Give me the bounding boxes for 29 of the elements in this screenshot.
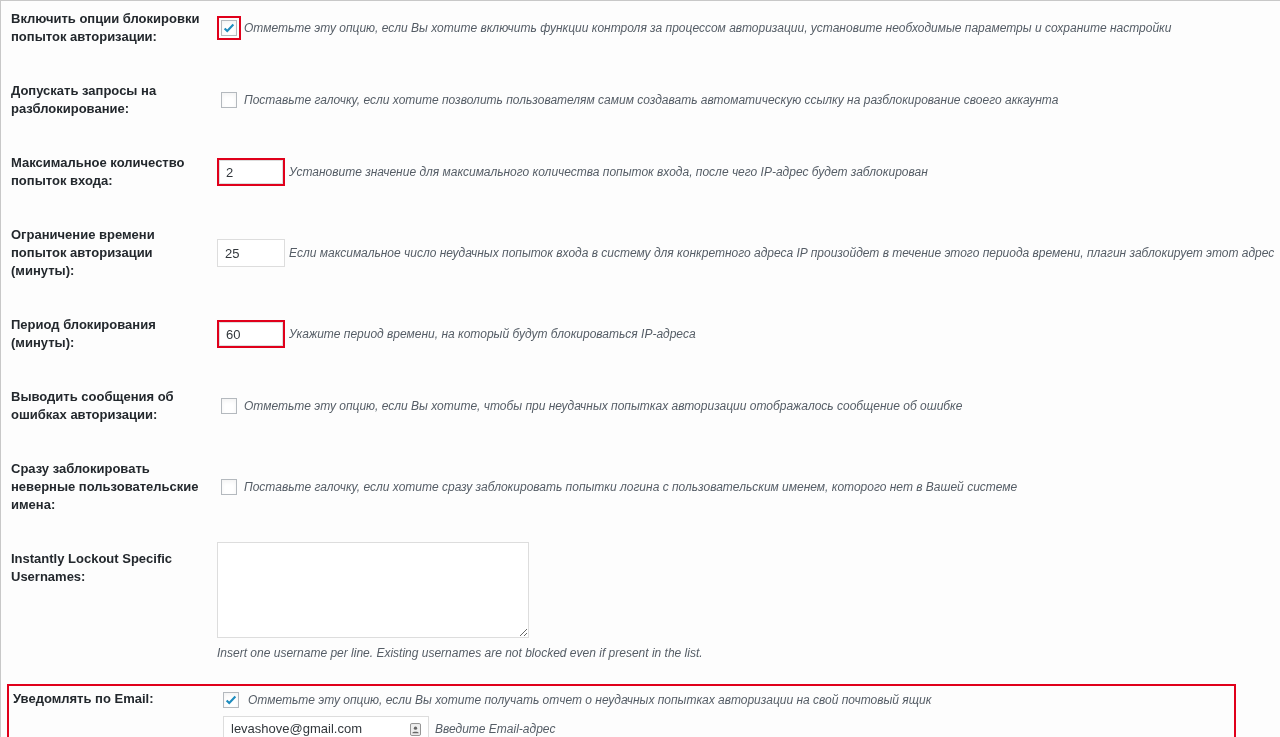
field-description: Введите Email-адрес — [435, 721, 556, 737]
checkbox[interactable] — [221, 398, 237, 414]
setting-label: Допускать запросы на разблокирование: — [11, 82, 158, 118]
field-description: Поставьте галочку, если хотите сразу заблокировать попытки логина с пользовательским именем, которого нет в Вашей системе — [244, 479, 1018, 496]
field-description: Отметьте эту опцию, если Вы хотите получать отчет о неудачных попытках авторизации на свой почтовый ящик — [248, 692, 932, 709]
setting-label: Сразу заблокировать неверные пользовательские имена: — [11, 460, 200, 514]
field-description: Insert one username per line. Existing usernames are not blocked even if present in the list. — [217, 645, 703, 662]
number-field[interactable]: 60 — [217, 320, 285, 348]
field-description: Установите значение для максимального количества попыток входа, после чего IP-адрес будет заблокирован — [289, 164, 928, 181]
field-description: Поставьте галочку, если хотите позволить пользователям самим создавать автоматическую ссылку на разблокирование своего аккаунта — [244, 92, 1059, 109]
checkbox[interactable] — [221, 479, 237, 495]
number-field[interactable]: 2 — [217, 158, 285, 186]
setting-label: Ограничение времени попыток авторизации (минуты): — [11, 226, 156, 280]
setting-label: Включить опции блокировки попыток авторизации: — [11, 10, 201, 46]
field-description: Если максимальное число неудачных попыток входа в систему для конкретного адреса IP произойдет в течение этого периода времени, плагин заблокирует этот адрес — [289, 245, 1275, 262]
usernames-textarea[interactable] — [217, 542, 529, 638]
setting-label: Период блокирования (минуты): — [11, 316, 157, 352]
email-field[interactable]: levashove@gmail.com — [223, 716, 429, 737]
setting-label: Максимальное количество попыток входа: — [11, 154, 186, 190]
field-description: Отметьте эту опцию, если Вы хотите, чтобы при неудачных попытках авторизации отображалось сообщение об ошибке — [244, 398, 963, 415]
contact-card-icon[interactable] — [410, 722, 421, 736]
setting-label: Instantly Lockout Specific Usernames: — [11, 550, 174, 586]
number-field[interactable]: 25 — [217, 239, 285, 267]
checkbox[interactable] — [221, 92, 237, 108]
setting-label: Уведомлять по Email: — [13, 690, 155, 708]
field-description: Укажите период времени, на который будут блокироваться IP-адреса — [289, 326, 696, 343]
checkbox[interactable] — [223, 692, 239, 708]
setting-label: Выводить сообщения об ошибках авторизации: — [11, 388, 175, 424]
field-description: Отметьте эту опцию, если Вы хотите включить функции контроля за процессом авторизации, установите необходимые параметры и сохраните настройки — [244, 20, 1172, 37]
